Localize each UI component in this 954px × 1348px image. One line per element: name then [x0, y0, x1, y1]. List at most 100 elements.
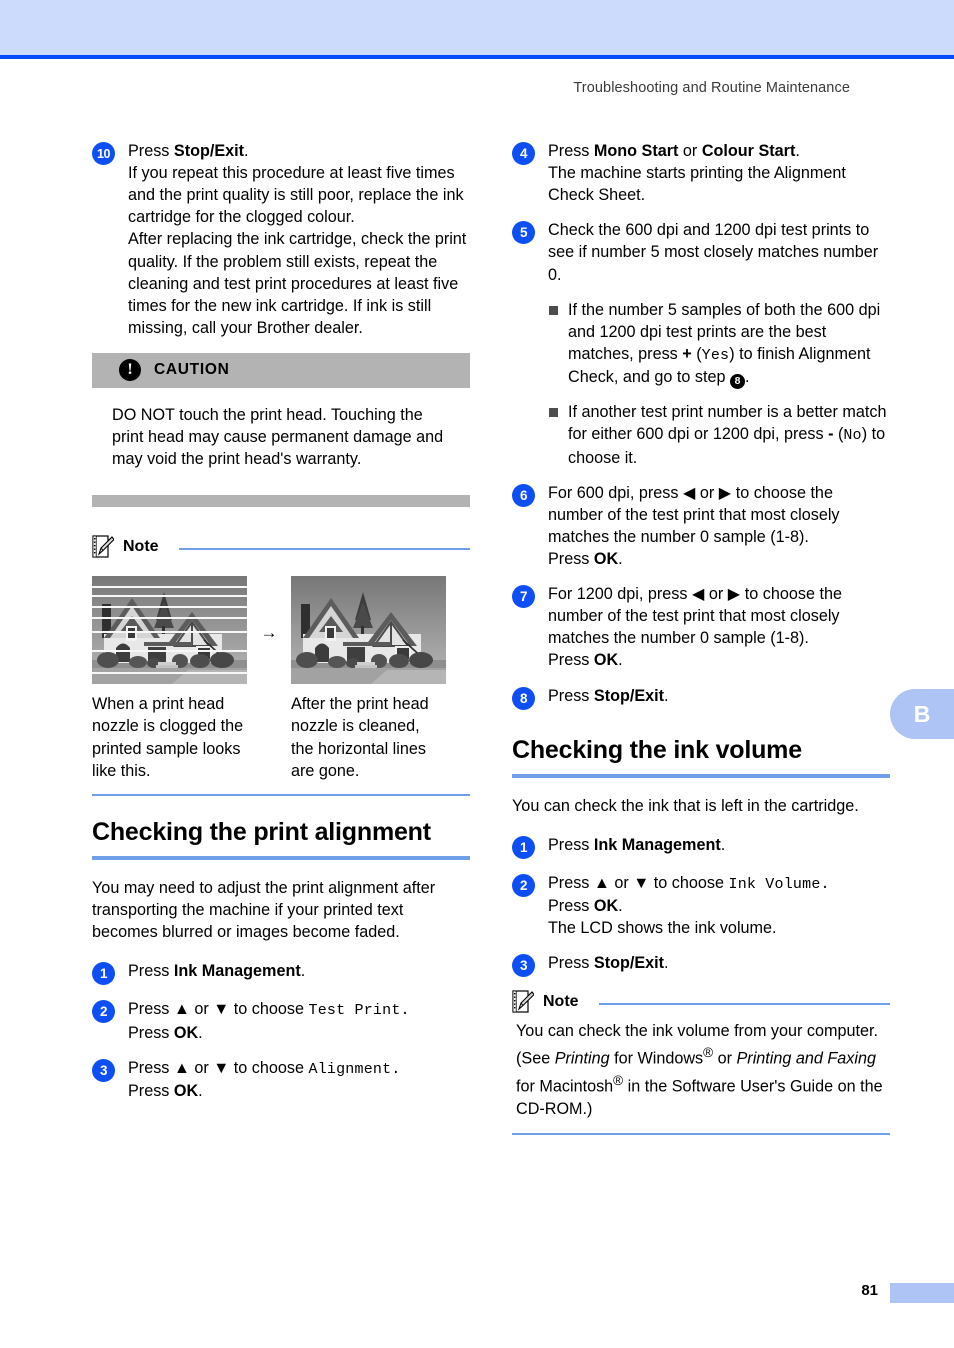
step-content: For 600 dpi, press ◀ or ▶ to choose the …: [548, 482, 890, 570]
step-paragraph-1: If you repeat this procedure at least fi…: [128, 164, 464, 227]
note-text-3: or: [713, 1049, 737, 1068]
caution-header: ! CAUTION: [92, 352, 470, 388]
step-text-bold: Ink Management: [593, 835, 721, 854]
figure-clogged: When a print head nozzle is clogged the …: [92, 576, 247, 781]
step-content: For 1200 dpi, press ◀ or ▶ to choose the…: [548, 583, 890, 671]
step-text-bold-1: Mono Start: [593, 142, 679, 160]
step-text-line2-pre: Press: [548, 651, 594, 670]
lcd-menu-value: No: [843, 427, 862, 445]
step-number-badge: 2: [92, 1000, 115, 1024]
step-content: Press ▲ or ▼ to choose Ink Volume. Press…: [548, 872, 830, 940]
house-photo-clogged: [92, 576, 247, 685]
note-header-rule: [178, 547, 470, 550]
step-content: Press ▲ or ▼ to choose Test Print. Press…: [128, 998, 410, 1044]
step-1-ink-management: 1 Press Ink Management.: [512, 834, 890, 859]
figure-pair: When a print head nozzle is clogged the …: [92, 576, 470, 781]
step-text-line2-pre: Press: [548, 550, 594, 569]
section-intro-paragraph: You may need to adjust the print alignme…: [92, 878, 436, 941]
figure-cleaned: After the print head nozzle is cleaned, …: [291, 576, 446, 781]
step-4-mono-colour-start: 4 Press Mono Start or Colour Start. The …: [512, 140, 890, 206]
step-text-line2-bold: OK: [173, 1082, 199, 1101]
bullet-text: If the number 5 samples of both the 600 …: [568, 299, 890, 390]
caution-body: DO NOT touch the print head. Touching th…: [112, 405, 444, 469]
step-paragraph: The machine starts printing the Alignmen…: [548, 164, 846, 205]
step-text-bold-2: Colour Start: [701, 142, 796, 160]
section-heading-rule: [92, 855, 470, 860]
step-10: 10 Press Stop/Exit. If you repeat this p…: [92, 140, 470, 339]
note-pencil-icon: [512, 990, 534, 1013]
step-text-line2-pre: Press: [128, 1023, 174, 1042]
step-text-pre: Press ▲ or ▼ to choose: [128, 1058, 309, 1077]
note-body: You can check the ink volume from your c…: [512, 1020, 890, 1121]
step-paragraph-2: After replacing the ink cartridge, check…: [128, 230, 467, 337]
bullet-key-bold: +: [682, 344, 692, 363]
caution-title: CAUTION: [154, 361, 230, 379]
step-text-post: .: [664, 954, 669, 973]
figure-caption-clogged: When a print head nozzle is clogged the …: [92, 695, 244, 780]
note-bottom-rule: [512, 1133, 890, 1136]
bullet-item: If another test print number is a better…: [549, 401, 890, 469]
bullet-item: If the number 5 samples of both the 600 …: [549, 299, 890, 390]
step-3-stop-exit: 3 Press Stop/Exit.: [512, 952, 890, 978]
step-paragraph: For 600 dpi, press ◀ or ▶ to choose the …: [548, 483, 840, 546]
running-header: Troubleshooting and Routine Maintenance: [573, 80, 850, 96]
step-number-badge: 8: [512, 686, 535, 710]
step-text-pre: Press: [128, 962, 174, 981]
step-text-line2-bold: OK: [173, 1023, 199, 1042]
page-number: 81: [861, 1282, 878, 1299]
step-2-test-print: 2 Press ▲ or ▼ to choose Test Print. Pre…: [92, 998, 470, 1044]
registered-mark-icon: ®: [613, 1072, 624, 1088]
step-content: Press Stop/Exit. If you repeat this proc…: [128, 140, 470, 339]
figure-caption-cleaned: After the print head nozzle is cleaned, …: [291, 695, 429, 780]
step-8-stop-exit: 8 Press Stop/Exit.: [512, 685, 890, 710]
lcd-menu-value: Ink Volume.: [728, 875, 830, 893]
chapter-tab-b: B: [890, 689, 954, 739]
step-number-badge: 3: [512, 954, 535, 978]
step-text-bold: Stop/Exit: [173, 142, 245, 160]
caution-box: ! CAUTION DO NOT touch the print head. T…: [92, 352, 470, 508]
step-text-line2-pre: Press: [128, 1082, 174, 1101]
step-number-badge: 2: [512, 873, 535, 897]
step-content: Press ▲ or ▼ to choose Alignment. Press …: [128, 1057, 401, 1103]
note-pencil-icon: [92, 535, 114, 558]
note-label: Note: [543, 993, 579, 1011]
page-top-band: [0, 0, 954, 55]
note-text-4: for Macintosh: [516, 1077, 614, 1096]
step-text-line2-post: .: [198, 1023, 203, 1042]
square-bullet-icon: [549, 408, 558, 418]
step-content: Press Ink Management.: [128, 960, 305, 982]
step-text-post: .: [795, 142, 800, 160]
bullet-text-mid: (: [691, 344, 702, 363]
step-text-line2-post: .: [618, 550, 623, 569]
section-print-alignment: Checking the print alignment You may nee…: [92, 818, 470, 1102]
note-text-2: for Windows: [609, 1049, 704, 1068]
house-photo-cleaned-svg: [291, 576, 446, 685]
step-content: Press Stop/Exit.: [548, 952, 669, 974]
step-text-bold: Ink Management: [173, 962, 301, 981]
bullet-text: If another test print number is a better…: [568, 401, 890, 469]
lcd-menu-value: Yes: [701, 346, 730, 364]
step-text-line2-bold: OK: [593, 550, 619, 569]
note-label: Note: [123, 538, 159, 556]
section-intro-paragraph: You can check the ink that is left in th…: [512, 796, 859, 815]
step-number-badge: 7: [512, 585, 535, 609]
chapter-tab-label: B: [913, 700, 931, 727]
step-text-line2-bold: OK: [593, 651, 619, 670]
bullet-text-mid: (: [833, 425, 844, 444]
step-text-pre: Press: [548, 142, 594, 160]
exclamation-icon: !: [119, 359, 141, 382]
step-text-post: .: [244, 142, 249, 160]
step-text-line2-post: .: [198, 1082, 203, 1101]
note-block-ink-volume: Note You can check the ink volume from y…: [512, 990, 890, 1136]
step-text-pre: Press ▲ or ▼ to choose: [548, 873, 729, 892]
section-ink-volume: Checking the ink volume You can check th…: [512, 736, 890, 978]
step-content: Press Stop/Exit.: [548, 685, 669, 707]
step-number-badge: 6: [512, 483, 535, 507]
figure-arrow-icon: →: [260, 623, 278, 643]
step-content: Press Mono Start or Colour Start. The ma…: [548, 140, 890, 206]
note-bottom-rule: [92, 793, 470, 796]
lcd-menu-value: Test Print.: [308, 1002, 410, 1020]
step-text-pre: Press: [128, 142, 174, 160]
step-paragraph: Check the 600 dpi and 1200 dpi test prin…: [548, 221, 879, 284]
step-text-line3: The LCD shows the ink volume.: [548, 919, 777, 938]
